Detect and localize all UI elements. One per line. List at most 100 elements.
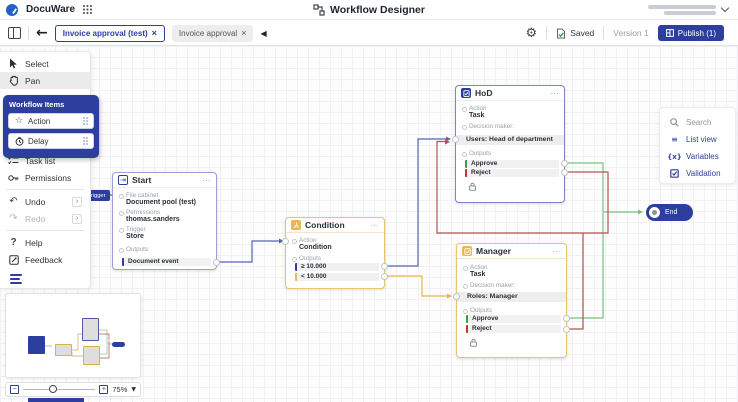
output-port[interactable] <box>381 273 388 280</box>
workflow-item-delay[interactable]: Delay <box>8 133 94 149</box>
variables-icon: {x} <box>669 153 680 161</box>
collapse-tabs-icon[interactable]: ◀ <box>260 29 266 38</box>
zoom-dropdown-icon[interactable]: ▼ <box>131 386 136 393</box>
node-menu-icon[interactable]: ⋯ <box>203 176 212 185</box>
workflow-item-action[interactable]: ☆ Action <box>8 113 94 129</box>
output-lt-10000[interactable]: < 10.000 <box>295 273 379 281</box>
output-port[interactable] <box>561 169 568 176</box>
output-port[interactable] <box>563 315 570 322</box>
output-port[interactable] <box>381 263 388 270</box>
task-icon <box>462 246 472 256</box>
variables-button[interactable]: {x} Variables <box>669 148 735 165</box>
drag-handle-icon[interactable] <box>83 137 88 145</box>
layout-panel-icon[interactable] <box>8 27 21 39</box>
apps-grid-icon[interactable] <box>83 5 92 14</box>
tool-select[interactable]: Select <box>0 55 90 72</box>
field-value: thomas.sanders <box>126 216 180 223</box>
minimap-condition-node <box>55 344 72 356</box>
node-hod[interactable]: HoD ⋯ Action Task Decision maker: Users:… <box>455 85 565 203</box>
output-approve[interactable]: Approve <box>465 160 559 168</box>
list-view-button[interactable]: ≡ List view <box>669 131 735 148</box>
node-title: HoD <box>475 88 547 98</box>
node-menu-icon[interactable]: ⋯ <box>553 247 562 256</box>
node-condition[interactable]: Condition ⋯ Action Condition Outputs ≥ 1… <box>285 217 385 289</box>
close-tab-icon[interactable]: × <box>152 28 157 38</box>
tool-permissions[interactable]: Permissions <box>0 169 90 186</box>
tool-help[interactable]: ? Help <box>0 234 90 251</box>
node-title: Condition <box>305 220 367 230</box>
zoom-in-button[interactable]: + <box>99 385 108 394</box>
node-start[interactable]: ⇥ Start ⋯ File cabinet Document pool (te… <box>112 172 217 270</box>
tool-undo[interactable]: ↶ Undo › <box>0 193 90 210</box>
tool-label: Permissions <box>25 173 71 183</box>
close-tab-icon[interactable]: × <box>241 28 246 38</box>
minimap-start-node <box>28 336 45 354</box>
node-menu-icon[interactable]: ⋯ <box>551 89 560 98</box>
publish-button[interactable]: Publish (1) <box>658 25 724 41</box>
assignee-bar[interactable]: Roles: Manager <box>457 292 566 302</box>
zoom-bar: − + 75% ▼ <box>5 382 141 397</box>
zoom-out-button[interactable]: − <box>10 385 19 394</box>
zoom-slider-handle[interactable] <box>49 385 57 393</box>
output-document-event[interactable]: Document event <box>122 258 211 266</box>
input-port[interactable] <box>452 136 459 143</box>
menu-hamburger-icon[interactable] <box>10 274 22 284</box>
validation-button[interactable]: Validation <box>669 165 735 182</box>
version-label[interactable]: Version 1 <box>613 28 648 38</box>
gear-icon[interactable]: ⚙ <box>526 27 538 40</box>
workflow-designer-icon <box>313 4 325 16</box>
back-arrow-button[interactable]: ← <box>36 26 48 40</box>
undo-icon: ↶ <box>8 196 19 207</box>
top-bar: DocuWare Workflow Designer <box>0 0 738 20</box>
docuware-logo-icon <box>6 4 18 16</box>
tool-redo[interactable]: ↷ Redo › <box>0 210 90 227</box>
validation-icon <box>669 169 680 178</box>
tool-feedback[interactable]: Feedback <box>0 251 90 268</box>
brand-name: DocuWare <box>26 4 75 15</box>
condition-icon <box>291 220 301 230</box>
taskbar-sliver <box>28 398 84 402</box>
node-manager[interactable]: Manager ⋯ Action Task Decision maker: Ro… <box>456 243 567 358</box>
minimap-end-node <box>112 342 125 347</box>
panel-item-label: List view <box>686 135 717 144</box>
input-port[interactable] <box>453 293 460 300</box>
undo-history-chevron[interactable]: › <box>72 197 82 207</box>
redo-history-chevron[interactable]: › <box>72 214 82 224</box>
lock-icon <box>469 338 478 347</box>
minimap[interactable] <box>5 293 141 378</box>
drag-handle-icon[interactable] <box>83 117 88 125</box>
action-value: Task <box>470 271 485 278</box>
search-button[interactable]: Search <box>669 114 735 131</box>
cursor-icon <box>8 58 19 69</box>
decision-maker-label: Decision maker: <box>470 282 515 289</box>
search-icon <box>669 118 680 127</box>
action-value: Condition <box>299 244 332 251</box>
output-gte-10000[interactable]: ≥ 10.000 <box>295 263 379 271</box>
tool-label: Undo <box>25 197 45 207</box>
end-icon <box>649 207 660 218</box>
tab-invoice-approval-test[interactable]: Invoice approval (test) × <box>55 25 165 42</box>
output-approve[interactable]: Approve <box>466 315 561 323</box>
panel-item-label: Variables <box>686 152 719 161</box>
tab-invoice-approval[interactable]: Invoice approval × <box>172 25 254 42</box>
tool-label: Help <box>25 238 42 248</box>
input-port[interactable] <box>282 238 289 245</box>
assignee-bar[interactable]: Users: Head of department <box>456 135 564 145</box>
zoom-slider[interactable] <box>23 389 95 390</box>
output-reject[interactable]: Reject <box>466 325 561 333</box>
output-reject[interactable]: Reject <box>465 169 559 177</box>
output-port[interactable] <box>563 326 570 333</box>
start-icon: ⇥ <box>118 175 128 185</box>
node-menu-icon[interactable]: ⋯ <box>371 221 380 230</box>
workflow-canvas[interactable]: Trigger ⇥ Start ⋯ File cabinet Document … <box>0 46 738 402</box>
tool-pan[interactable]: Pan <box>0 72 90 89</box>
user-menu[interactable] <box>508 5 738 15</box>
output-port[interactable] <box>561 160 568 167</box>
tool-label: Select <box>25 59 49 69</box>
node-end[interactable]: End <box>646 204 693 221</box>
outputs-label: Outputs <box>469 150 491 157</box>
designer-toolbar: ← Invoice approval (test) × Invoice appr… <box>0 21 738 46</box>
output-port[interactable] <box>213 259 220 266</box>
outputs-label: Outputs <box>470 307 492 314</box>
redo-icon: ↷ <box>8 213 19 224</box>
